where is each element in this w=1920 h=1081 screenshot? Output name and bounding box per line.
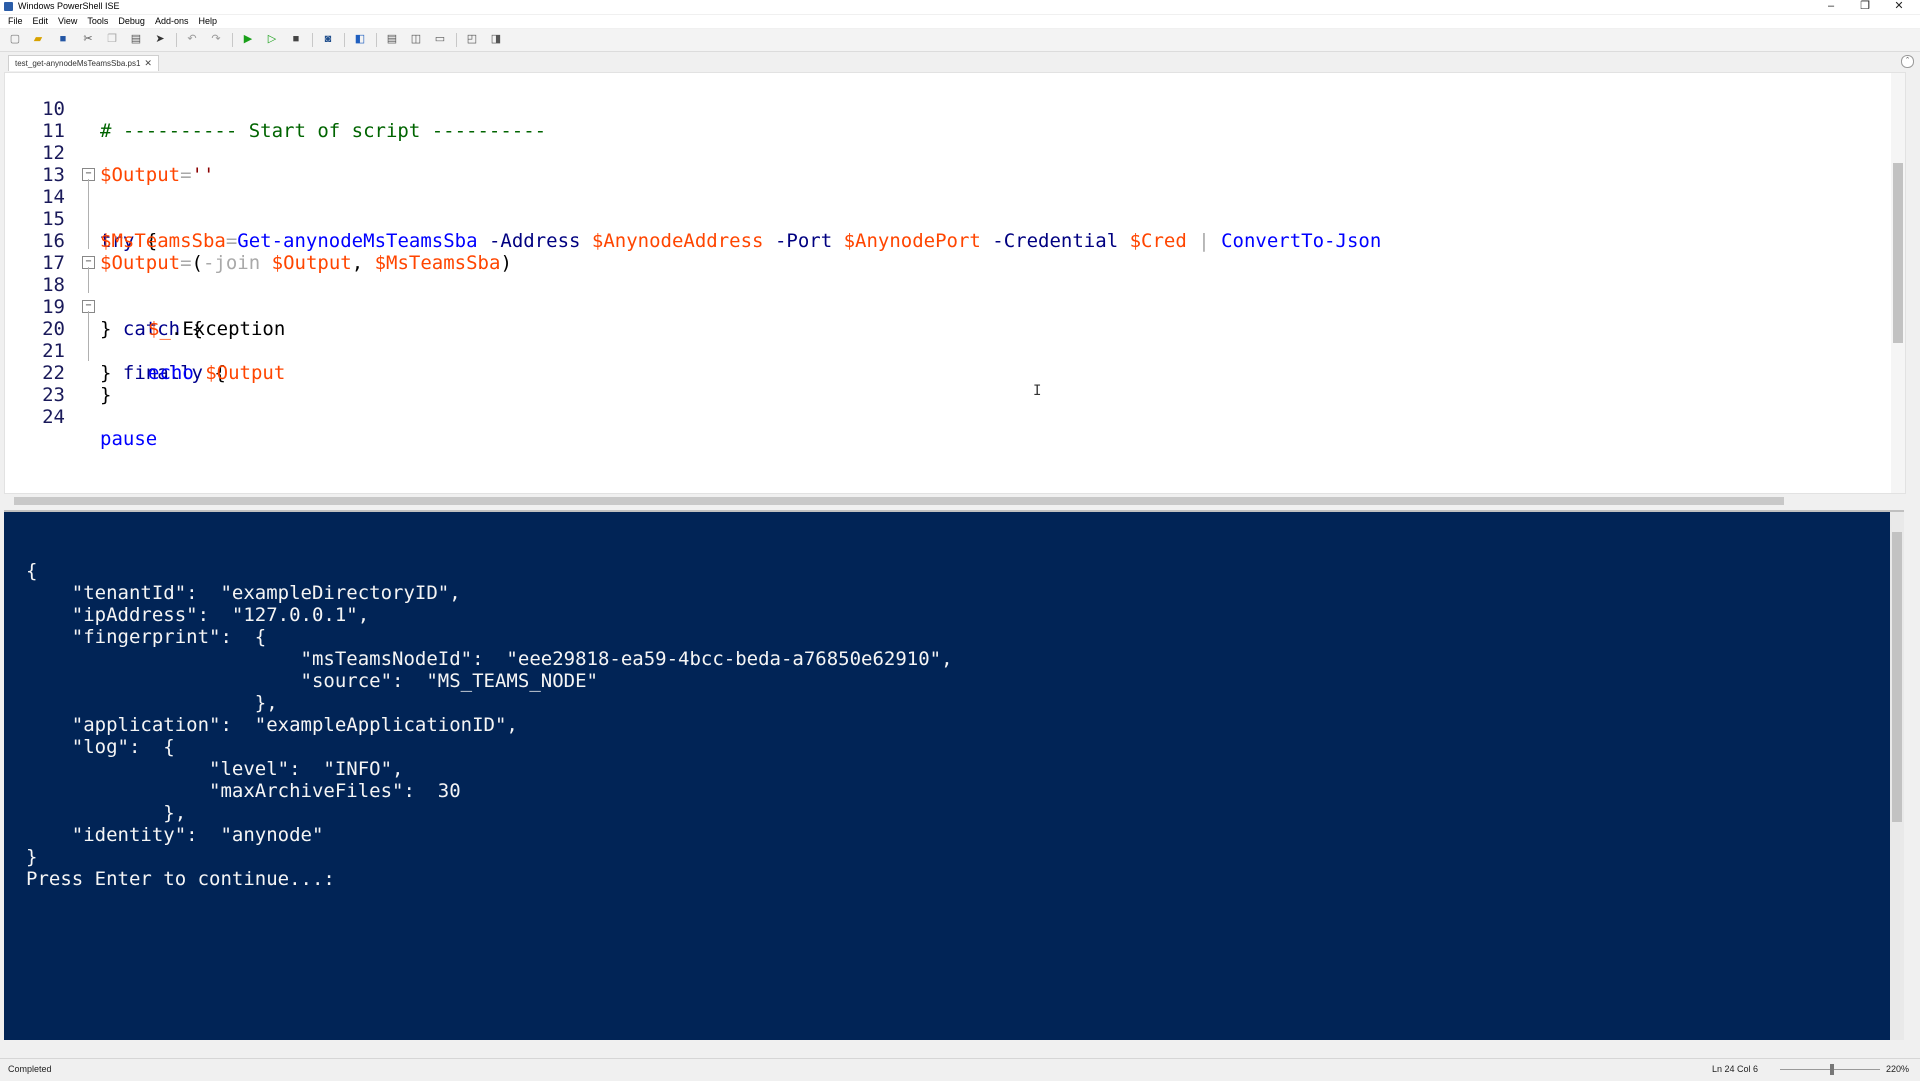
code-line: 13	[5, 142, 1885, 186]
toolbar-separator	[176, 33, 177, 47]
command-token: pause	[100, 428, 158, 450]
save-icon[interactable]: ■	[57, 33, 69, 45]
collapse-script-pane-icon[interactable]: ⌃	[1901, 55, 1914, 68]
open-folder-icon[interactable]: ▰	[32, 33, 44, 45]
console-line: },	[26, 692, 278, 714]
text-cursor-icon: I	[1033, 383, 1042, 399]
editor-horizontal-scrollbar[interactable]	[4, 494, 1904, 508]
console-line: "identity": "anynode"	[26, 824, 324, 846]
paste-icon[interactable]: ▤	[130, 33, 142, 45]
menu-help[interactable]: Help	[193, 15, 222, 26]
code-line: 23	[5, 362, 1885, 406]
fold-guide-line	[88, 179, 89, 249]
code-line: 15 $MsTeamsSba=Get-anynodeMsTeamsSba -Ad…	[5, 186, 1885, 252]
console-pane[interactable]: { "tenantId": "exampleDirectoryID", "ipA…	[4, 510, 1904, 1040]
console-line: {	[26, 560, 38, 582]
zoom-level: 220%	[1886, 1064, 1910, 1074]
show-addon-icon[interactable]: ◨	[490, 33, 502, 45]
console-vertical-scrollbar[interactable]	[1890, 512, 1904, 1040]
menu-bar: File Edit View Tools Debug Add-ons Help	[0, 15, 1920, 28]
script-editor[interactable]: 10 # ---------- Start of script --------…	[4, 72, 1906, 494]
code-line: 24 pause	[5, 384, 1885, 450]
status-text: Completed	[8, 1064, 52, 1074]
undo-icon[interactable]: ↶	[186, 33, 198, 45]
title-bar: Windows PowerShell ISE – ❐ ✕	[0, 0, 1920, 14]
clear-console-icon[interactable]: ➤	[154, 33, 166, 45]
menu-edit[interactable]: Edit	[28, 15, 54, 26]
console-line: "log": {	[26, 736, 175, 758]
console-line: "fingerprint": {	[26, 626, 267, 648]
stop-icon[interactable]: ■	[290, 33, 302, 45]
cursor-position: Ln 24 Col 6	[1712, 1064, 1759, 1074]
window-title: Windows PowerShell ISE	[18, 1, 120, 11]
layout-max-icon[interactable]: ▭	[434, 33, 446, 45]
console-line: },	[26, 802, 187, 824]
menu-view[interactable]: View	[53, 15, 82, 26]
editor-horizontal-thumb[interactable]	[14, 497, 1784, 505]
layout-top-icon[interactable]: ▤	[386, 33, 398, 45]
code-line: 19 $_.Exception	[5, 274, 1885, 340]
console-line: "application": "exampleApplicationID",	[26, 714, 518, 736]
toolbar-separator	[344, 33, 345, 47]
status-bar: Completed Ln 24 Col 6 220%	[0, 1058, 1920, 1081]
remote-powershell-icon[interactable]: ◙	[322, 33, 334, 45]
console-line: "msTeamsNodeId": "eee29818-ea59-4bcc-bed…	[26, 648, 953, 670]
redo-icon[interactable]: ↷	[210, 33, 222, 45]
menu-add-ons[interactable]: Add-ons	[150, 15, 194, 26]
editor-vertical-scrollbar[interactable]	[1891, 73, 1905, 493]
code-line: 11	[5, 98, 1885, 142]
line-number: 24	[42, 406, 65, 428]
toolbar-separator	[232, 33, 233, 47]
console-scroll-thumb[interactable]	[1892, 532, 1902, 822]
toolbar-separator	[312, 33, 313, 47]
console-line: "ipAddress": "127.0.0.1",	[26, 604, 370, 626]
console-line: "tenantId": "exampleDirectoryID",	[26, 582, 461, 604]
menu-file[interactable]: File	[0, 15, 28, 26]
run-selection-icon[interactable]: ▷	[266, 33, 278, 45]
restore-button[interactable]: ❐	[1848, 0, 1882, 14]
code-line: 22 }	[5, 340, 1885, 406]
editor-scroll-thumb[interactable]	[1893, 163, 1903, 343]
zoom-slider-thumb[interactable]	[1830, 1064, 1834, 1075]
code-line: 18 − } catch {	[5, 252, 1885, 340]
fold-guide-line	[88, 267, 89, 293]
new-file-icon[interactable]: ▢	[9, 33, 21, 45]
code-line: 10 # ---------- Start of script --------…	[5, 76, 1885, 142]
console-line: "level": "INFO",	[26, 758, 404, 780]
toolbar-separator	[376, 33, 377, 47]
menu-tools[interactable]: Tools	[82, 15, 113, 26]
fold-guide-line	[88, 311, 89, 361]
code-line: 17	[5, 230, 1885, 274]
code-line: 16 $Output=(-join $Output, $MsTeamsSba)	[5, 208, 1885, 274]
code-line: 20 − } finally {	[5, 296, 1885, 384]
console-line: "source": "MS_TEAMS_NODE"	[26, 670, 598, 692]
run-script-icon[interactable]: ▶	[242, 33, 254, 45]
close-window-button[interactable]: ✕	[1882, 0, 1916, 14]
code-line: 21 echo $Output	[5, 318, 1885, 384]
powershell-app-icon	[4, 2, 13, 11]
console-prompt: Press Enter to continue...:	[26, 868, 335, 890]
script-tab-label: test_get-anynodeMsTeamsSba.ps1	[15, 59, 141, 68]
tab-close-icon[interactable]: ✕	[144, 58, 152, 68]
menu-debug[interactable]: Debug	[113, 15, 150, 26]
console-line: "maxArchiveFiles": 30	[26, 780, 461, 802]
copy-icon[interactable]: ❐	[106, 33, 118, 45]
minimize-button[interactable]: –	[1814, 0, 1848, 14]
code-line: 12 $Output=''	[5, 120, 1885, 186]
console-line: }	[26, 846, 38, 868]
toolbar-separator	[456, 33, 457, 47]
code-line: 14 − try {	[5, 164, 1885, 252]
script-tab-strip: test_get-anynodeMsTeamsSba.ps1 ✕ ⌃	[0, 53, 1920, 71]
cut-icon[interactable]: ✂	[82, 33, 94, 45]
layout-right-icon[interactable]: ◫	[410, 33, 422, 45]
show-command-icon[interactable]: ◰	[466, 33, 478, 45]
script-tab[interactable]: test_get-anynodeMsTeamsSba.ps1 ✕	[8, 55, 159, 71]
start-powershell-icon[interactable]: ◧	[354, 33, 366, 45]
toolbar: ▢ ▰ ■ ✂ ❐ ▤ ➤ ↶ ↷ ▶ ▷ ■ ◙ ◧ ▤ ◫ ▭ ◰ ◨	[0, 29, 1920, 52]
